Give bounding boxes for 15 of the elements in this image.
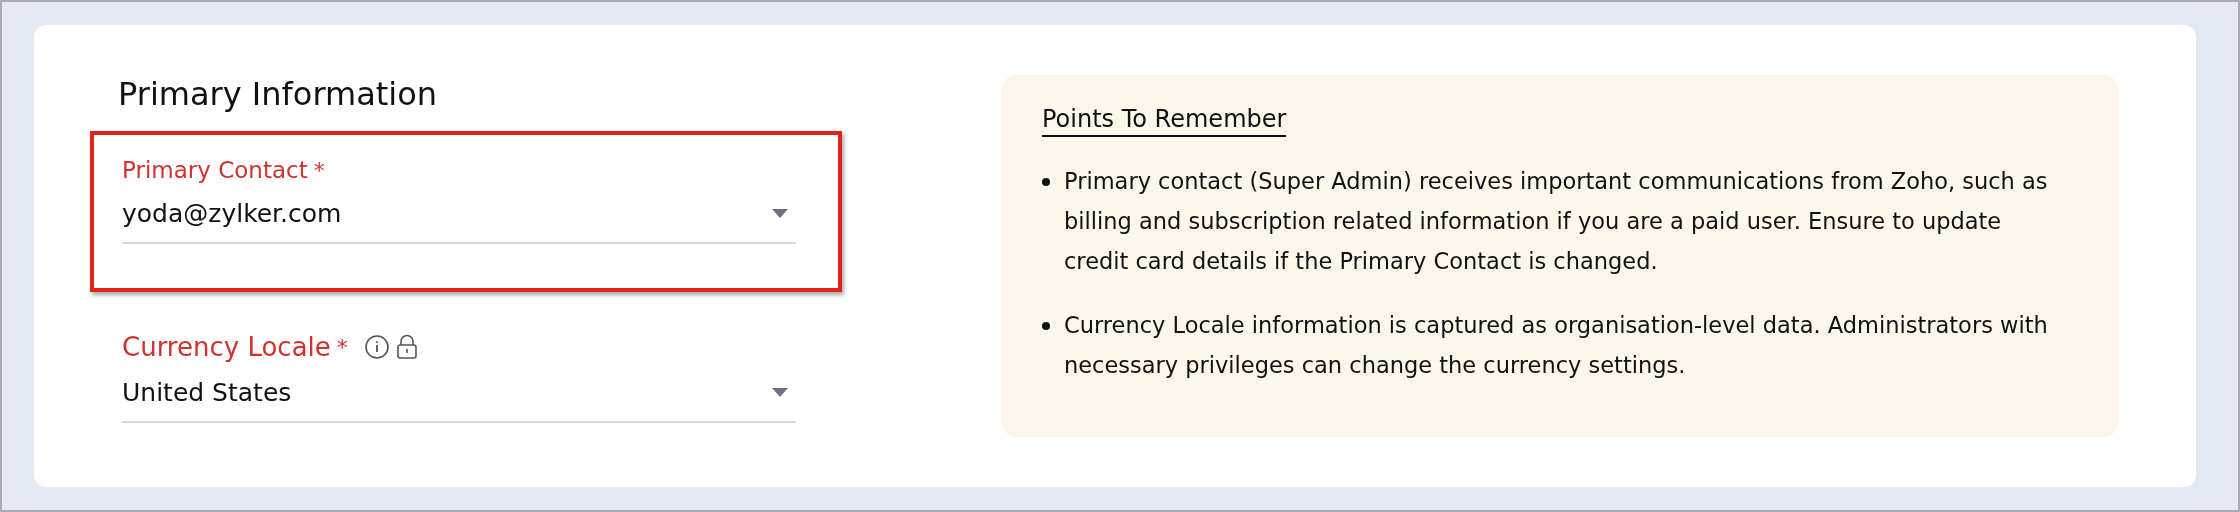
required-mark: * [336, 334, 348, 360]
dropdown-field[interactable]: yoda@zylker.com [122, 187, 796, 244]
caret-icon [772, 208, 788, 219]
note-text: Primary contact (Super Admin) receives important communications from Zoho, such as billing and subscription related information if you are a paid user. Ensure to update credit card details if the Primary Contact is changed. [1064, 167, 2049, 276]
note-text: Currency Locale information is captured as organisation-level data. Administrators with necessary privileges can change the currency settings. [1064, 311, 2049, 380]
field-label: Primary Contact [122, 157, 308, 183]
section-title: Primary Information [118, 75, 439, 113]
notes-title: Points To Remember [1042, 105, 1287, 137]
info-icon[interactable] [363, 334, 390, 360]
bullet-icon [1042, 178, 1050, 186]
required-mark: * [313, 157, 325, 183]
bullet-icon [1042, 322, 1050, 330]
field-label: Currency Locale [122, 332, 331, 362]
dropdown-field[interactable]: United States [122, 366, 796, 423]
caret-icon [772, 387, 788, 398]
